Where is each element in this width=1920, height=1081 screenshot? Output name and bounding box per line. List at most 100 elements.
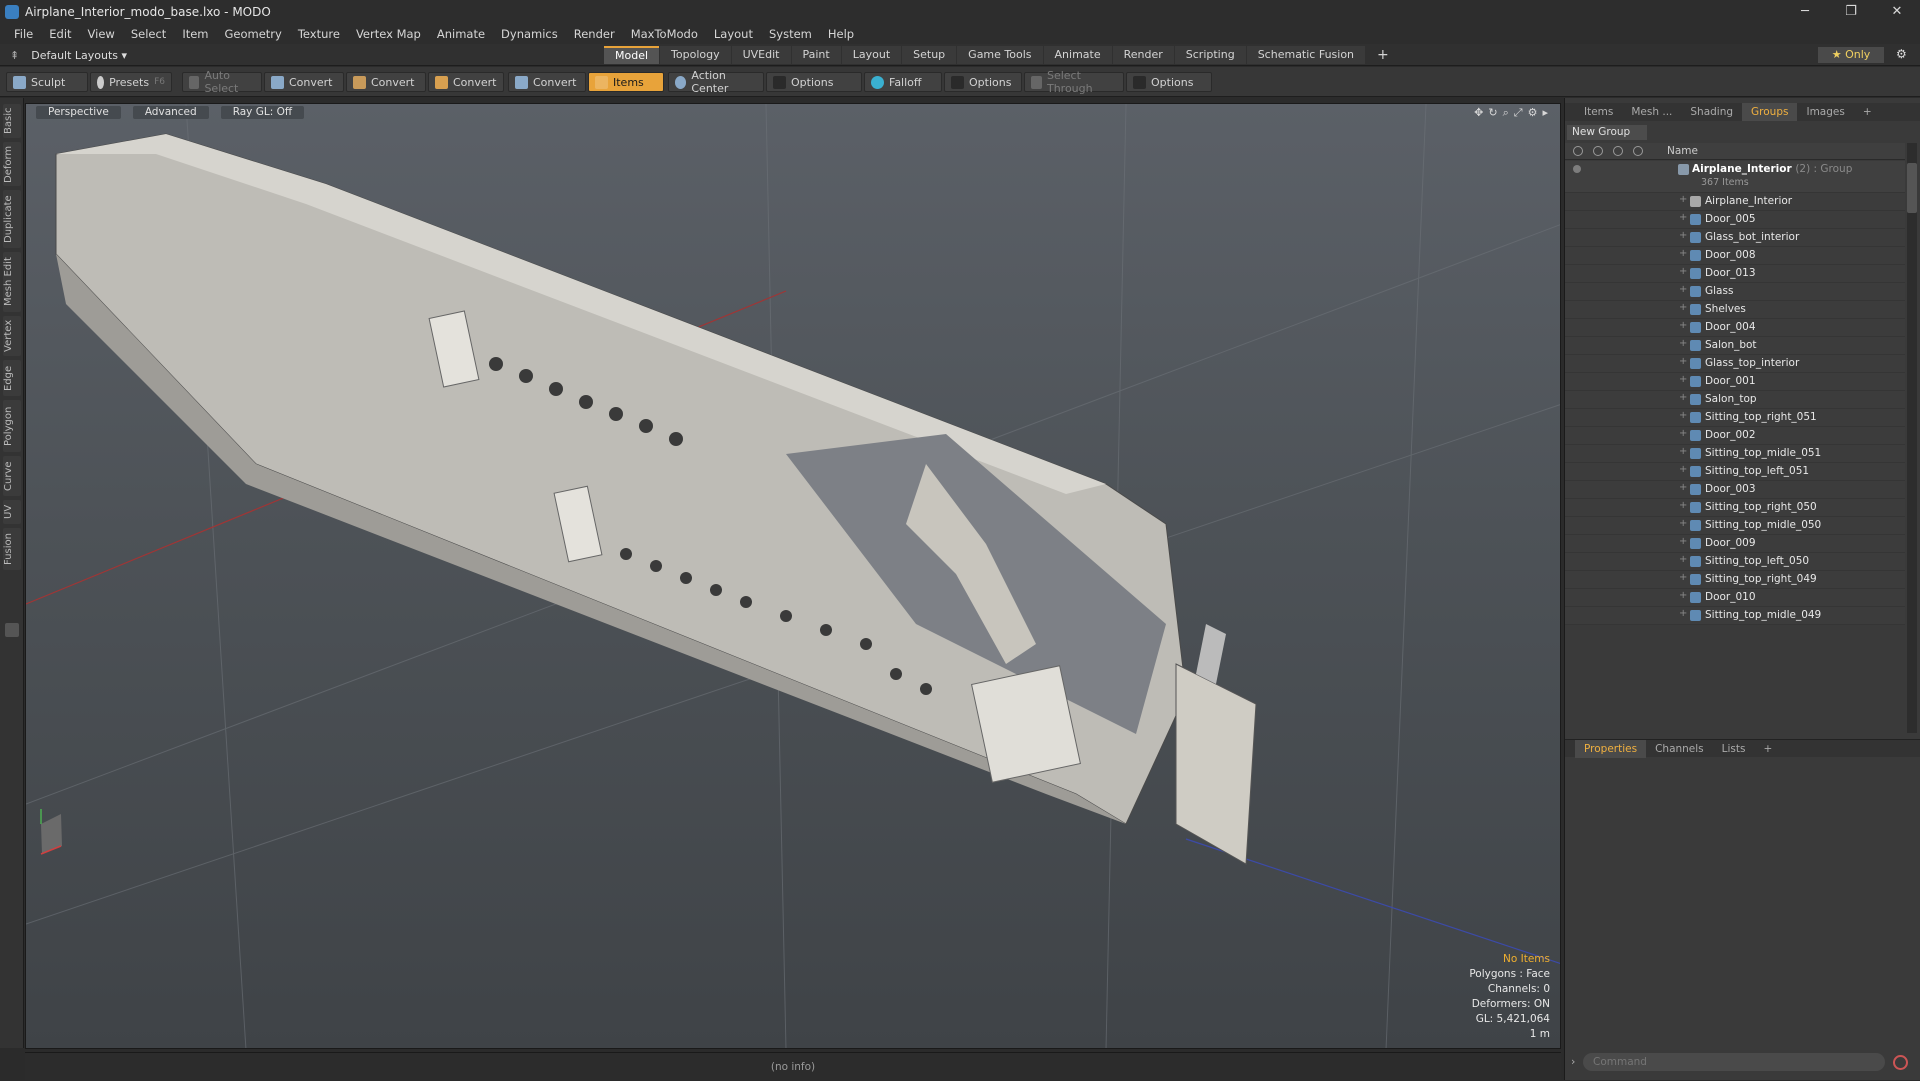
tab-model[interactable]: Model [604,46,660,64]
list-item[interactable]: + Door_010 [1565,589,1905,607]
left-tab-basic[interactable]: Basic [3,104,21,138]
options-button-3[interactable]: Options [1126,72,1212,92]
menu-vertex-map[interactable]: Vertex Map [348,27,429,41]
tab-lists[interactable]: Lists [1713,740,1755,758]
list-item[interactable]: + Door_013 [1565,265,1905,283]
toggle-panel-icon[interactable] [5,623,19,637]
expand-icon[interactable]: + [1679,590,1687,601]
left-tab-uv[interactable]: UV [3,500,21,524]
group-row[interactable]: Airplane_Interior (2) : Group 367 Items [1565,161,1905,193]
expand-icon[interactable]: + [1679,266,1687,277]
expand-icon[interactable]: + [1679,194,1687,205]
menu-dynamics[interactable]: Dynamics [493,27,566,41]
expand-icon[interactable]: + [1679,554,1687,565]
list-item[interactable]: + Door_002 [1565,427,1905,445]
left-tab-edge[interactable]: Edge [3,360,21,396]
left-tab-duplicate[interactable]: Duplicate [3,190,21,248]
list-item[interactable]: + Salon_bot [1565,337,1905,355]
command-input[interactable] [1583,1053,1885,1071]
expand-icon[interactable]: + [1679,536,1687,547]
expand-icon[interactable]: + [1679,482,1687,493]
expand-icon[interactable]: + [1679,518,1687,529]
expand-icon[interactable]: + [1679,572,1687,583]
expand-icon[interactable]: + [1679,464,1687,475]
convert-button-3[interactable]: Convert [428,72,504,92]
tab-groups[interactable]: Groups [1742,103,1798,121]
expand-icon[interactable]: + [1679,320,1687,331]
menu-help[interactable]: Help [820,27,862,41]
falloff-button[interactable]: Falloff [864,72,942,92]
menu-maxtomodo[interactable]: MaxToModo [623,27,706,41]
expand-icon[interactable]: + [1679,284,1687,295]
list-item[interactable]: + Airplane_Interior [1565,193,1905,211]
visibility-column-icon[interactable] [1573,146,1583,156]
tab-render[interactable]: Render [1112,46,1174,64]
tab-mesh[interactable]: Mesh ... [1622,103,1681,121]
only-button[interactable]: ★ Only [1818,47,1884,63]
restore-button[interactable]: ❐ [1828,0,1874,23]
add-tab-button[interactable]: + [1366,46,1400,64]
close-button[interactable]: ✕ [1874,0,1920,23]
expand-icon[interactable]: + [1679,500,1687,511]
expand-icon[interactable]: + [1679,248,1687,259]
menu-view[interactable]: View [80,27,123,41]
expand-icon[interactable]: + [1679,212,1687,223]
expand-icon[interactable]: + [1679,410,1687,421]
render-column-icon[interactable] [1593,146,1603,156]
list-item[interactable]: + Glass_top_interior [1565,355,1905,373]
minimize-button[interactable]: ─ [1782,0,1828,23]
expand-icon[interactable]: + [1679,608,1687,619]
presets-button[interactable]: Presets F6 [90,72,172,92]
list-item[interactable]: + Sitting_top_left_050 [1565,553,1905,571]
expand-icon[interactable]: + [1679,338,1687,349]
list-item[interactable]: + Door_003 [1565,481,1905,499]
expand-icon[interactable]: + [1679,356,1687,367]
menu-render[interactable]: Render [566,27,623,41]
menu-edit[interactable]: Edit [41,27,79,41]
expand-icon[interactable]: + [1679,230,1687,241]
left-tab-mesh-edit[interactable]: Mesh Edit [3,252,21,312]
menu-texture[interactable]: Texture [290,27,348,41]
list-item[interactable]: + Shelves [1565,301,1905,319]
action-center-button[interactable]: Action Center [668,69,764,95]
list-scrollbar[interactable] [1907,143,1917,733]
left-tab-curve[interactable]: Curve [3,456,21,496]
pan-icon[interactable]: ✥ [1474,106,1483,120]
tab-layout[interactable]: Layout [841,46,902,64]
menu-file[interactable]: File [6,27,41,41]
convert-button-2[interactable]: Convert [346,72,426,92]
tab-topology[interactable]: Topology [660,46,731,64]
perspective-dropdown[interactable]: Perspective [36,105,121,119]
tab-items[interactable]: Items [1575,103,1622,121]
tab-schematic-fusion[interactable]: Schematic Fusion [1246,46,1366,64]
add-panel-tab-icon[interactable]: + [1854,103,1881,121]
viewport-menu-icon[interactable]: ▸ [1542,106,1548,120]
layout-selector[interactable]: ⇞ Default Layouts ▾ [10,47,127,63]
list-item[interactable]: + Sitting_top_right_049 [1565,571,1905,589]
menu-select[interactable]: Select [123,27,174,41]
zoom-icon[interactable]: ⌕ [1503,106,1509,120]
list-item[interactable]: + Sitting_top_left_051 [1565,463,1905,481]
options-button-1[interactable]: Options [766,72,862,92]
expand-icon[interactable]: + [1679,374,1687,385]
tab-paint[interactable]: Paint [791,46,841,64]
list-item[interactable]: + Door_004 [1565,319,1905,337]
tab-channels[interactable]: Channels [1646,740,1713,758]
maximize-icon[interactable]: ⤢ [1514,106,1523,120]
layout-gear-icon[interactable]: ⚙ [1896,47,1907,61]
name-column-header[interactable]: Name [1667,145,1698,157]
viewport-gear-icon[interactable]: ⚙ [1528,106,1538,120]
select-through-button[interactable]: Select Through [1024,69,1124,95]
menu-geometry[interactable]: Geometry [217,27,290,41]
expand-icon[interactable]: + [1679,392,1687,403]
tab-setup[interactable]: Setup [902,46,957,64]
list-item[interactable]: + Glass [1565,283,1905,301]
list-item[interactable]: + Door_001 [1565,373,1905,391]
convert-button-4[interactable]: Convert [508,72,586,92]
left-tab-deform[interactable]: Deform [3,142,21,186]
expand-icon[interactable]: + [1679,302,1687,313]
tab-scripting[interactable]: Scripting [1174,46,1246,64]
tab-shading[interactable]: Shading [1681,103,1742,121]
command-history-icon[interactable] [1893,1055,1908,1070]
list-item[interactable]: + Salon_top [1565,391,1905,409]
